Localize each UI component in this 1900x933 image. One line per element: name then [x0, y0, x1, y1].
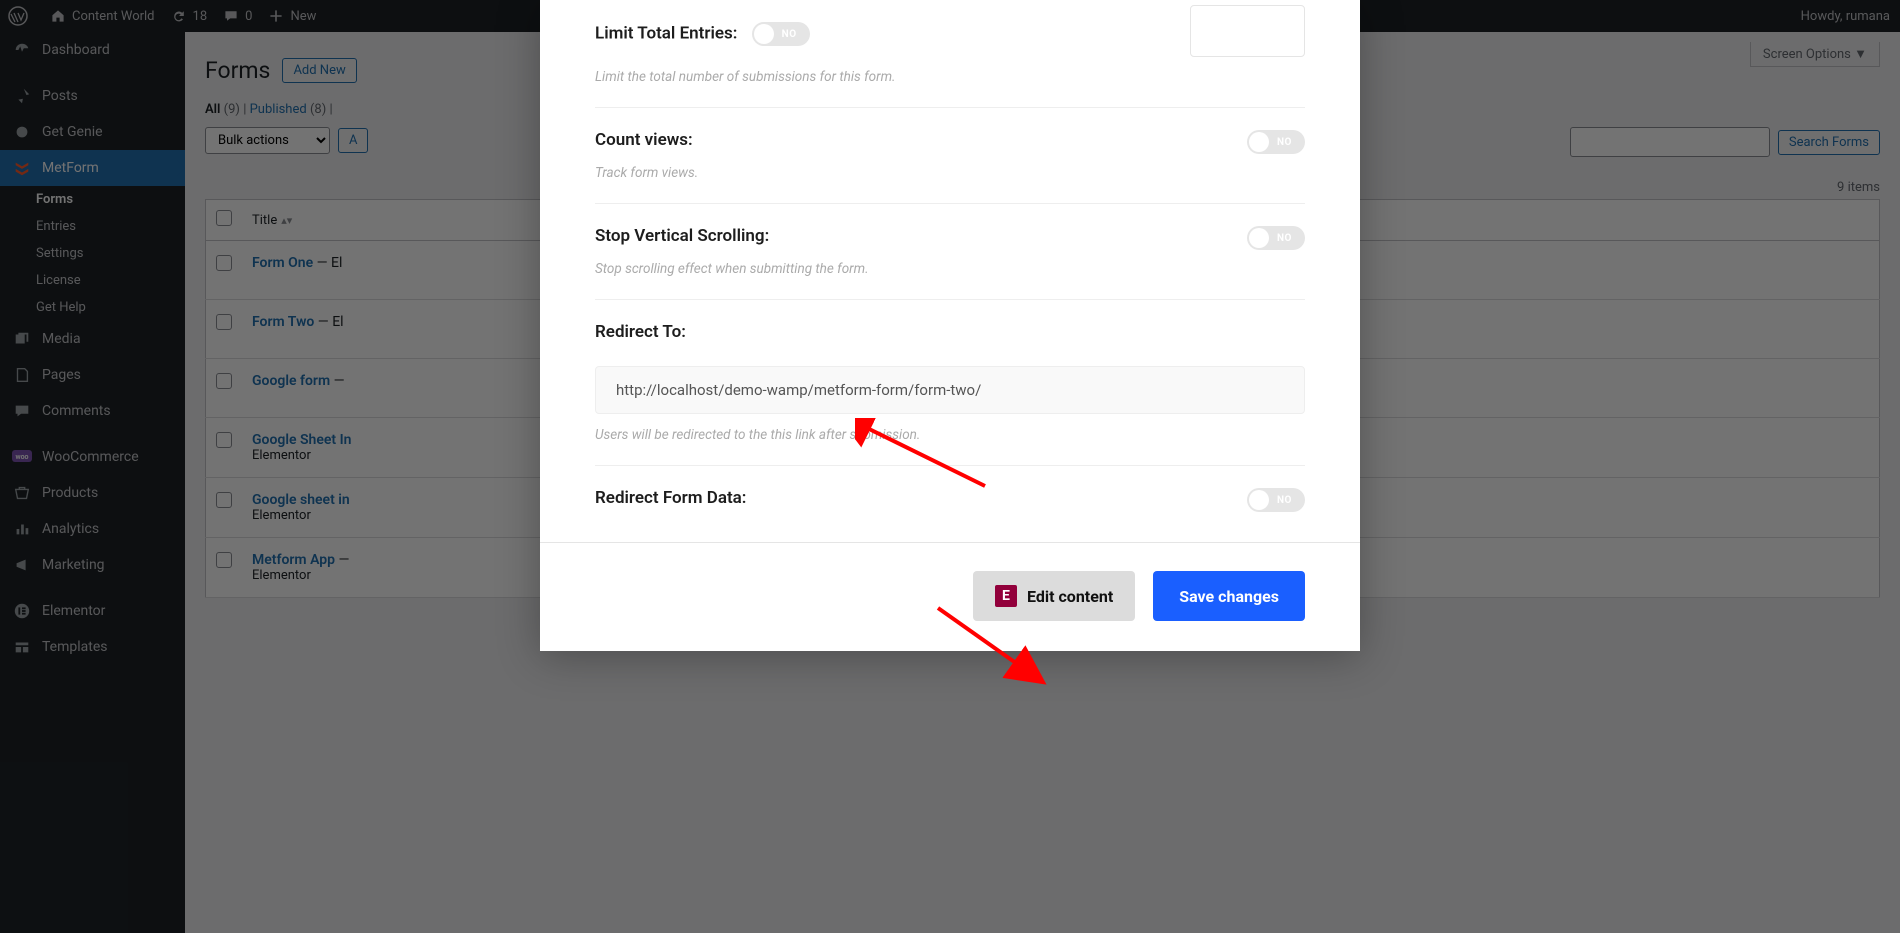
redirect-url-input[interactable] [595, 366, 1305, 414]
redirect-data-toggle[interactable]: NO [1247, 488, 1305, 512]
save-changes-button[interactable]: Save changes [1153, 571, 1305, 621]
count-views-toggle[interactable]: NO [1247, 130, 1305, 154]
form-settings-modal: Limit Total Entries: NO Limit the total … [540, 0, 1360, 651]
setting-stop-scroll: Stop Vertical Scrolling: NO Stop scrolli… [595, 204, 1305, 300]
elementor-e-icon: E [995, 585, 1017, 607]
edit-content-button[interactable]: EEdit content [973, 571, 1135, 621]
setting-redirect-data: Redirect Form Data: NO [595, 466, 1305, 542]
setting-count-views: Count views: NO Track form views. [595, 108, 1305, 204]
stop-scroll-toggle[interactable]: NO [1247, 226, 1305, 250]
setting-redirect-to: Redirect To: Users will be redirected to… [595, 300, 1305, 466]
count-views-label: Count views: [595, 130, 1305, 150]
redirect-hint: Users will be redirected to the this lin… [595, 427, 920, 443]
count-views-hint: Track form views. [595, 165, 698, 181]
limit-entries-toggle[interactable]: NO [752, 22, 810, 46]
limit-value-box[interactable] [1190, 5, 1305, 57]
stop-scroll-label: Stop Vertical Scrolling: [595, 226, 1305, 246]
modal-footer: EEdit content Save changes [540, 542, 1360, 621]
redirect-data-label: Redirect Form Data: [595, 488, 1305, 508]
stop-scroll-hint: Stop scrolling effect when submitting th… [595, 261, 869, 277]
setting-limit-entries: Limit Total Entries: NO Limit the total … [595, 0, 1305, 108]
redirect-label: Redirect To: [595, 322, 1305, 342]
limit-entries-hint: Limit the total number of submissions fo… [595, 69, 896, 85]
